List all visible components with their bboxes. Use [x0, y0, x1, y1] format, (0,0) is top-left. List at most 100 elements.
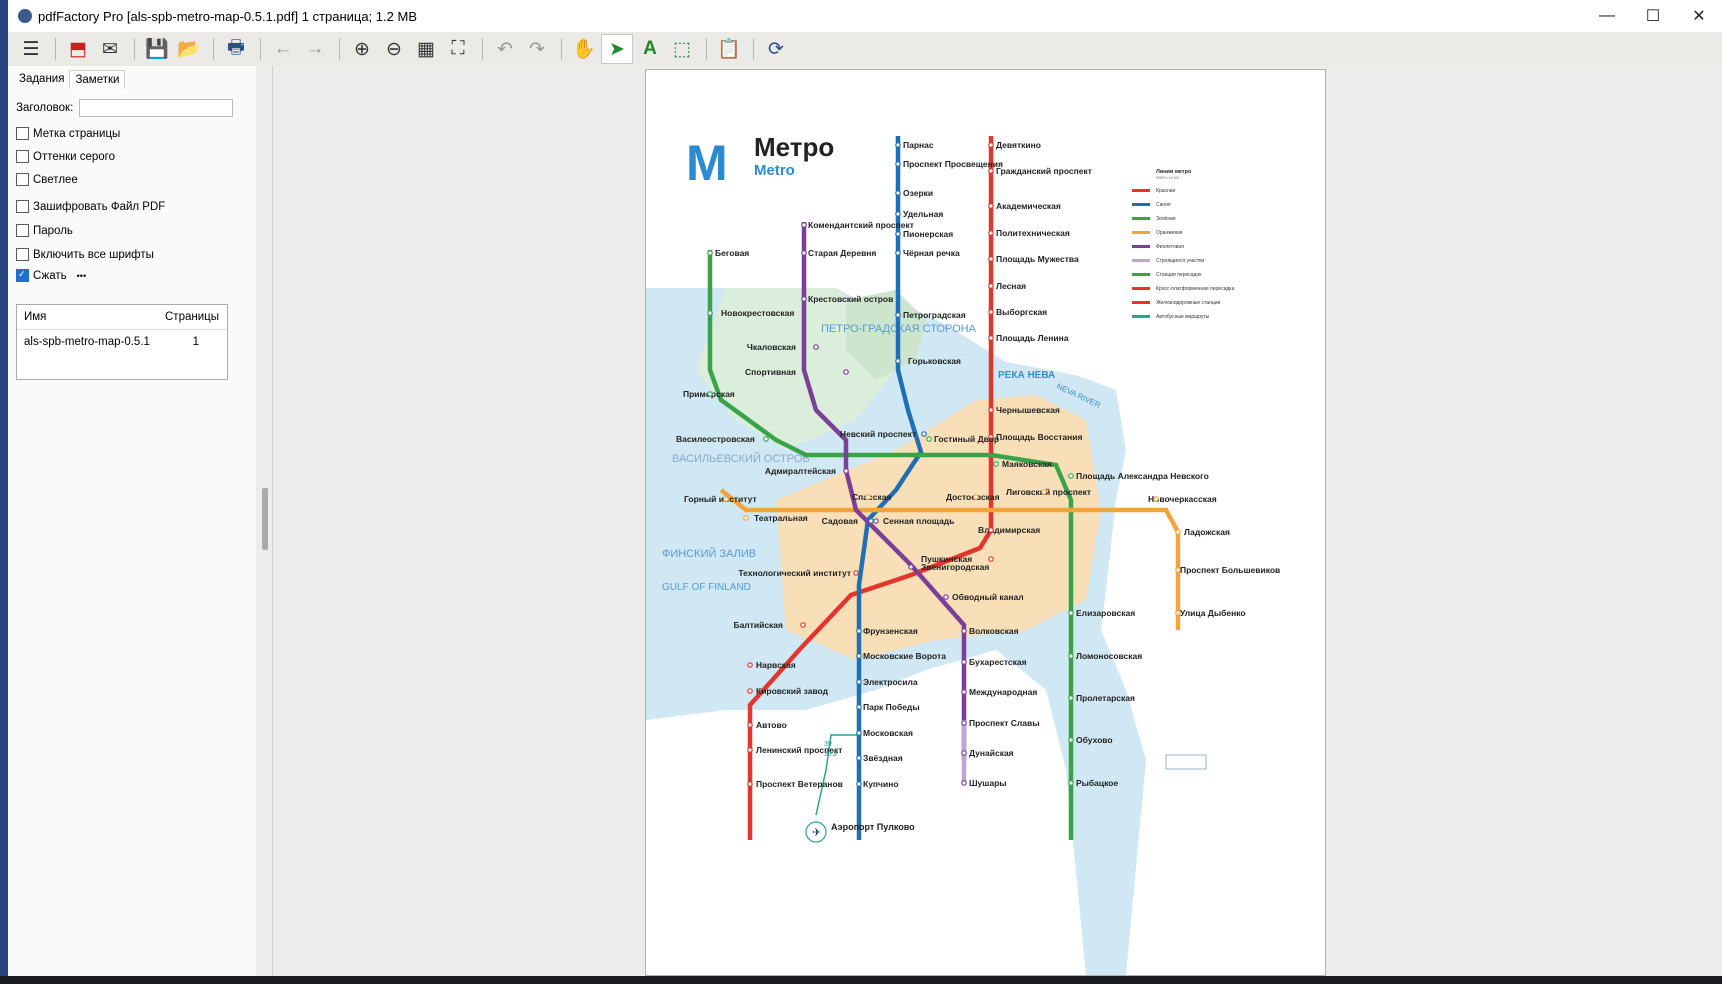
station-dot-purple-4 — [843, 369, 849, 375]
station-dot-green-10 — [1068, 737, 1074, 743]
encrypt-checkbox[interactable] — [16, 200, 29, 213]
zoom-in-icon[interactable]: ⊕ — [347, 35, 377, 63]
station-dot-red-0 — [988, 142, 994, 148]
title-label: Заголовок: — [16, 102, 74, 114]
undo-icon[interactable]: ↶ — [490, 35, 520, 63]
refresh-icon[interactable]: ⟳ — [761, 35, 791, 63]
tab-tasks[interactable]: Задания — [14, 70, 69, 89]
select-tool-icon[interactable]: ➤ — [601, 34, 633, 64]
close-button[interactable]: ✕ — [1676, 0, 1722, 32]
station-dot-green-6 — [1068, 473, 1074, 479]
barcode — [1165, 754, 1207, 770]
back-icon[interactable]: ← — [268, 35, 298, 63]
maximize-button[interactable]: ☐ — [1630, 0, 1676, 32]
metro-map: М Метро Metro РЕКА НЕВА NEVA RIVER ПЕТРО… — [646, 132, 1280, 975]
grayscale-checkbox[interactable] — [16, 150, 29, 163]
pdf-icon[interactable]: ⬒ — [63, 35, 93, 63]
station-dot-red-13 — [800, 622, 806, 628]
station-blue-7: Горьковская — [908, 356, 961, 366]
station-orange-4: Лиговский проспект — [1006, 487, 1091, 497]
file-name: als-spb-metro-map-0.5.1 — [24, 336, 150, 348]
station-green-1: Новокрестовская — [721, 308, 794, 318]
station-dot-blue-8 — [921, 431, 927, 437]
station-dot-blue-14 — [856, 730, 862, 736]
station-dot-green-0 — [707, 250, 713, 256]
legend-item-5: Строящиеся участки — [1156, 258, 1204, 264]
station-dot-red-8 — [988, 407, 994, 413]
station-green-8: Ломоносовская — [1076, 651, 1142, 661]
station-dot-red-14 — [747, 662, 753, 668]
station-purple-8: Обводный канал — [952, 592, 1024, 602]
logo-en: Metro — [754, 162, 795, 179]
desktop-background — [0, 0, 8, 976]
station-dot-blue-9 — [868, 518, 874, 524]
file-pages: 1 — [192, 336, 199, 348]
station-dot-orange-8 — [1175, 610, 1181, 616]
hand-tool-icon[interactable]: ✋ — [569, 35, 599, 63]
station-purple-2: Крестовский остров — [808, 294, 893, 304]
column-name-header[interactable]: Имя — [24, 311, 46, 323]
station-red-16: Автово — [756, 720, 787, 730]
station-dot-purple-14 — [961, 780, 967, 786]
panel-splitter[interactable] — [256, 66, 273, 976]
menu-button[interactable]: ☰ — [16, 35, 46, 63]
station-green-4: Гостиный Двор — [934, 434, 999, 444]
station-blue-10: Фрунзенская — [863, 626, 918, 636]
station-blue-5: Чёрная речка — [903, 248, 960, 258]
file-row[interactable]: als-spb-metro-map-0.5.1 1 — [17, 330, 227, 348]
notes-icon[interactable]: 📋 — [714, 35, 744, 63]
document-canvas[interactable]: М Метро Metro РЕКА НЕВА NEVA RIVER ПЕТРО… — [273, 66, 1722, 976]
station-dot-orange-5 — [1153, 496, 1159, 502]
station-purple-5: Адмиралтейская — [765, 466, 836, 476]
station-dot-blue-15 — [856, 755, 862, 761]
mail-icon[interactable]: ✉ — [95, 35, 125, 63]
station-dot-purple-2 — [801, 296, 807, 302]
fit-page-icon[interactable]: ⛶ — [443, 35, 473, 63]
pdf-page[interactable]: М Метро Metro РЕКА НЕВА NEVA RIVER ПЕТРО… — [645, 69, 1326, 976]
station-dot-red-6 — [988, 309, 994, 315]
station-red-1: Гражданский проспект — [996, 166, 1092, 176]
area-select-icon[interactable]: ⬚ — [667, 35, 697, 63]
station-purple-14: Шушары — [969, 778, 1007, 788]
thumbnails-icon[interactable]: ▦ — [411, 35, 441, 63]
password-checkbox[interactable] — [16, 224, 29, 237]
page-mark-checkbox[interactable] — [16, 127, 29, 140]
gulf-en-label: GULF OF FINLAND — [662, 582, 751, 593]
station-red-15: Кировский завод — [756, 686, 829, 696]
station-green-7: Елизаровская — [1076, 608, 1135, 618]
station-dot-purple-5 — [843, 468, 849, 474]
more-options-button[interactable]: ••• — [77, 271, 86, 281]
station-orange-0: Горный институт — [684, 494, 757, 504]
station-dot-purple-1 — [801, 250, 807, 256]
redo-icon[interactable]: ↷ — [522, 35, 552, 63]
text-tool-icon[interactable]: A — [635, 35, 665, 63]
embed-fonts-checkbox[interactable] — [16, 248, 29, 261]
print-icon[interactable]: 🖶 — [221, 35, 251, 63]
compress-checkbox[interactable] — [16, 269, 29, 282]
forward-icon[interactable]: → — [300, 35, 330, 63]
title-bar: pdfFactory Pro [als-spb-metro-map-0.5.1.… — [8, 0, 1722, 32]
station-dot-blue-3 — [895, 211, 901, 217]
splitter-handle[interactable] — [262, 488, 268, 550]
zoom-out-icon[interactable]: ⊖ — [379, 35, 409, 63]
station-orange-2: Спасская — [852, 492, 891, 502]
station-red-18: Проспект Ветеранов — [756, 779, 843, 789]
station-orange-1: Театральная — [754, 513, 808, 523]
legend-item-8: Железнодорожные станции — [1156, 300, 1220, 306]
station-blue-3: Удельная — [903, 209, 943, 219]
column-pages-header[interactable]: Страницы — [165, 311, 219, 323]
legend-item-4: Фиолетовая — [1156, 244, 1184, 250]
station-purple-1: Старая Деревня — [808, 248, 876, 258]
station-purple-7: Звенигородская — [921, 562, 989, 572]
legend-swatch-7 — [1132, 287, 1150, 290]
station-green-9: Пролетарская — [1076, 693, 1135, 703]
save-icon[interactable]: 💾 — [142, 35, 172, 63]
legend-swatch-4 — [1132, 245, 1150, 248]
lighter-checkbox[interactable] — [16, 173, 29, 186]
minimize-button[interactable]: — — [1584, 0, 1630, 32]
station-dot-purple-3 — [813, 344, 819, 350]
logo-letter: М — [686, 135, 728, 191]
tab-notes[interactable]: Заметки — [69, 70, 126, 89]
title-input[interactable] — [79, 99, 234, 117]
open-folder-icon[interactable]: 📂 — [174, 35, 204, 63]
